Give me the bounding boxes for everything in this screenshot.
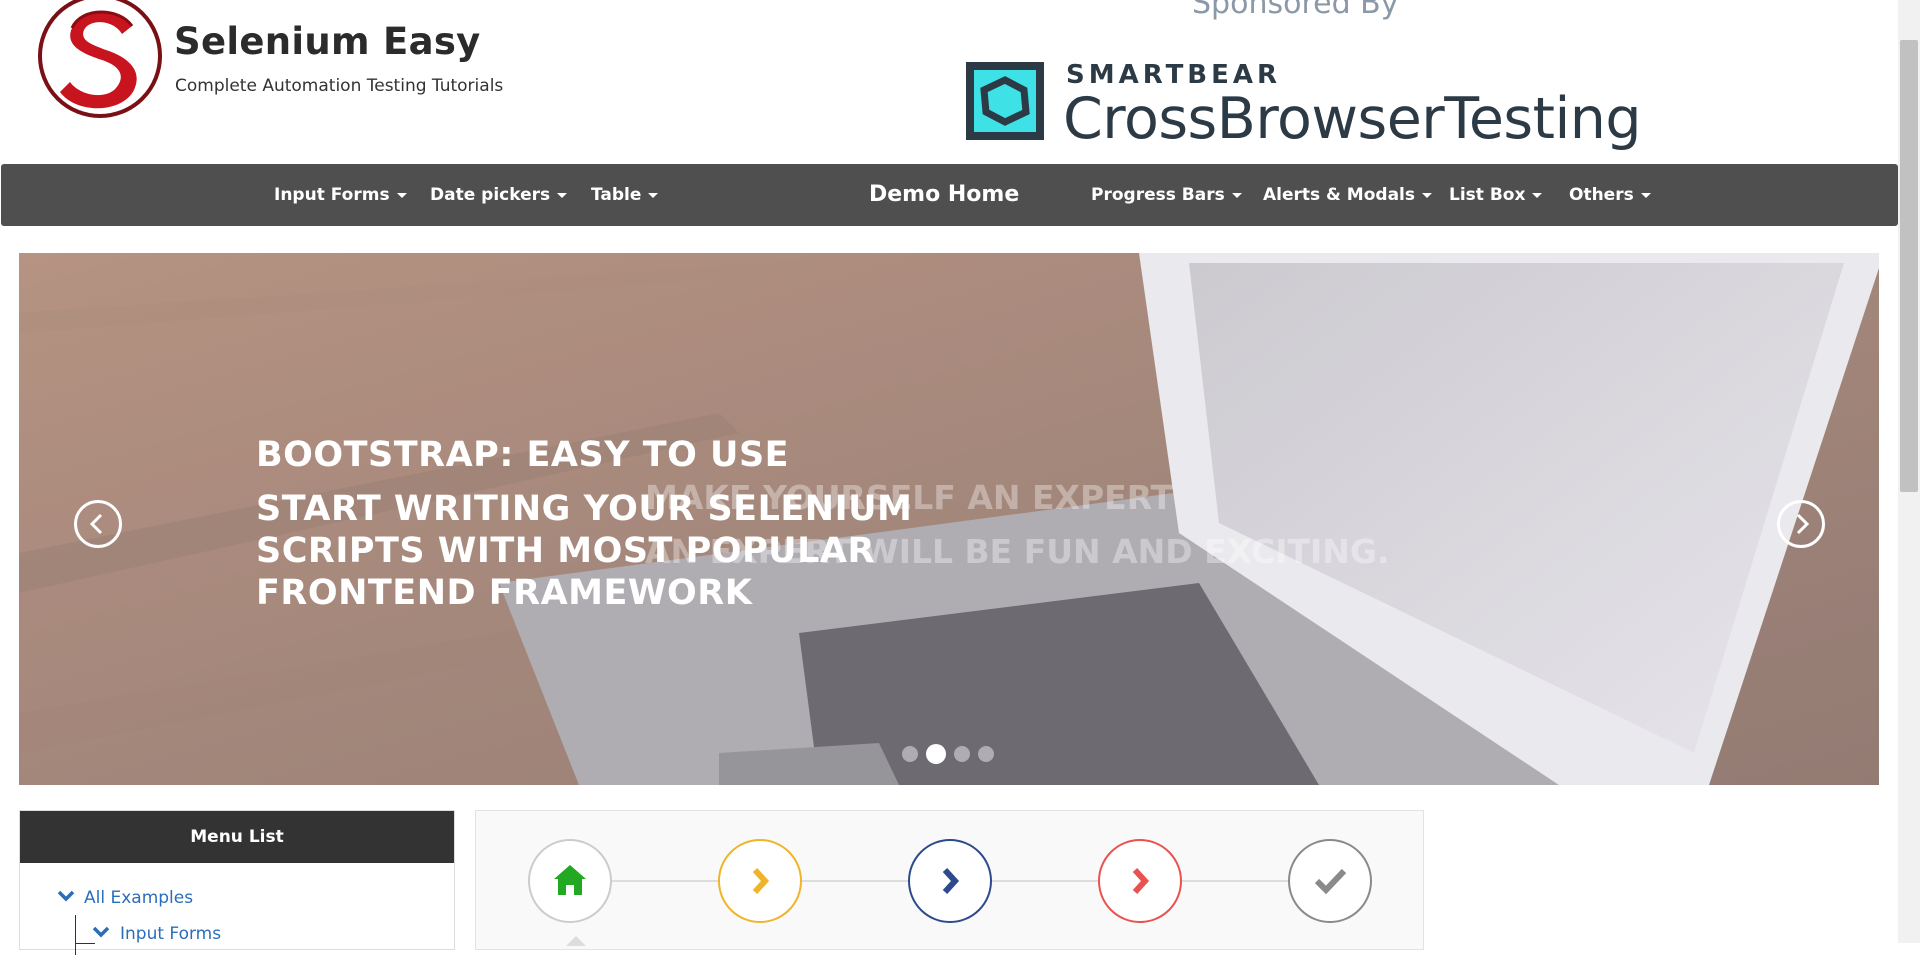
step-4[interactable] <box>1098 839 1182 923</box>
carousel-indicator-2[interactable] <box>926 744 946 764</box>
menu-item-input-forms[interactable]: Input Forms <box>120 924 221 944</box>
nav-table[interactable]: Table <box>591 164 659 226</box>
sponsor-label: Sponsored By <box>1192 0 1399 21</box>
caret-down-icon <box>1532 192 1543 198</box>
scrollbar-thumb[interactable] <box>1900 40 1918 492</box>
nav-table-label: Table <box>591 185 642 205</box>
carousel-indicator-4[interactable] <box>978 746 994 762</box>
slide-text: START WRITING YOUR SELENIUM SCRIPTS WITH… <box>256 489 913 613</box>
nav-date-pickers[interactable]: Date pickers <box>430 164 568 226</box>
chevron-right-icon <box>942 867 960 895</box>
nav-list-box[interactable]: List Box <box>1449 164 1543 226</box>
brand-subtitle: Complete Automation Testing Tutorials <box>175 76 504 96</box>
chevron-down-icon[interactable] <box>57 889 75 903</box>
nav-others[interactable]: Others <box>1569 164 1651 226</box>
chevron-left-icon <box>89 513 103 535</box>
chevron-right-icon <box>1796 513 1810 535</box>
brand-title: Selenium Easy <box>174 20 481 63</box>
menu-list-panel: Menu List All Examples Input Forms <box>19 810 455 955</box>
caret-down-icon <box>648 192 659 198</box>
step-home[interactable] <box>528 839 612 923</box>
carousel-indicator-1[interactable] <box>902 746 918 762</box>
step-2[interactable] <box>718 839 802 923</box>
menu-list-title: Menu List <box>20 811 454 863</box>
nav-input-forms[interactable]: Input Forms <box>274 164 407 226</box>
nav-date-pickers-label: Date pickers <box>430 185 551 205</box>
site-logo[interactable]: Selenium Easy Complete Automation Testin… <box>36 0 556 120</box>
main-navbar: Input Forms Date pickers Table Demo Home… <box>1 164 1898 226</box>
check-icon <box>1314 868 1347 895</box>
nav-others-label: Others <box>1569 185 1634 205</box>
steps-panel <box>475 810 1424 950</box>
chevron-down-icon[interactable] <box>92 925 110 939</box>
sponsor-product: CrossBrowserTesting <box>1063 86 1642 152</box>
step-complete[interactable] <box>1288 839 1372 923</box>
nav-progress-bars[interactable]: Progress Bars <box>1091 164 1242 226</box>
nav-alerts-modals[interactable]: Alerts & Modals <box>1263 164 1432 226</box>
caret-down-icon <box>557 192 568 198</box>
slide-heading: BOOTSTRAP: EASY TO USE <box>256 435 790 475</box>
step-3[interactable] <box>908 839 992 923</box>
nav-progress-bars-label: Progress Bars <box>1091 185 1225 205</box>
selenium-easy-logo-icon <box>38 0 162 118</box>
caret-down-icon <box>396 192 407 198</box>
nav-input-forms-label: Input Forms <box>274 185 390 205</box>
nav-demo-home[interactable]: Demo Home <box>869 164 1019 226</box>
tree-connector <box>75 915 76 955</box>
chevron-right-icon <box>752 867 770 895</box>
home-icon <box>554 865 586 895</box>
nav-alerts-modals-label: Alerts & Modals <box>1263 185 1415 205</box>
crossbrowsertesting-logo-icon <box>966 62 1044 140</box>
caret-down-icon <box>1231 192 1242 198</box>
chevron-right-icon <box>1132 867 1150 895</box>
tree-connector <box>75 943 95 944</box>
carousel-prev-button[interactable] <box>74 500 122 548</box>
carousel-next-button[interactable] <box>1777 500 1825 548</box>
caret-down-icon <box>1422 192 1432 198</box>
hero-carousel: MAKE YOURSELF AN EXPERT AN EXPERT WILL B… <box>19 253 1879 785</box>
sponsor-logo[interactable]: SMARTBEAR CrossBrowserTesting <box>966 60 1642 152</box>
active-step-pointer <box>566 936 586 946</box>
menu-item-all-examples[interactable]: All Examples <box>84 888 193 908</box>
carousel-indicator-3[interactable] <box>954 746 970 762</box>
nav-list-box-label: List Box <box>1449 185 1526 205</box>
caret-down-icon <box>1640 192 1651 198</box>
